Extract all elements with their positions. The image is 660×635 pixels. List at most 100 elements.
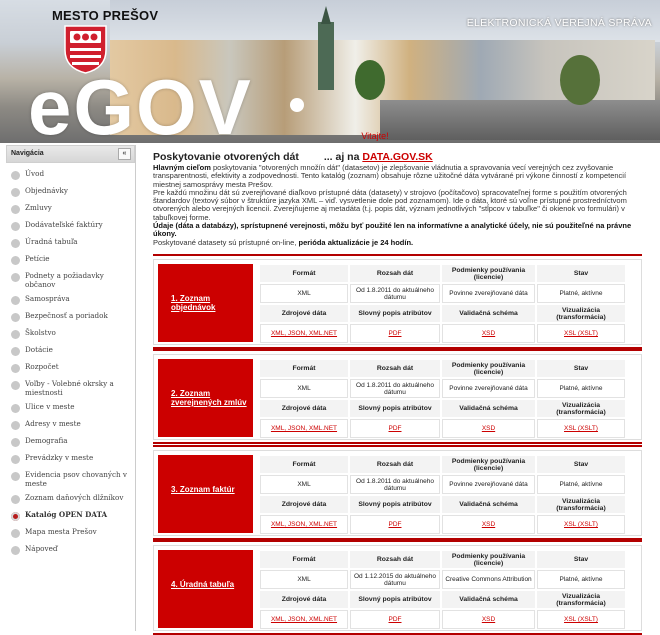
license-value: Povinne zverejňované dáta (442, 284, 535, 303)
egov-logo-dot (290, 98, 304, 112)
range-value: Od 1.8.2011 do aktuálneho dátumu (350, 284, 440, 303)
sidebar-item[interactable]: Zmluvy (6, 201, 135, 218)
header-visualization: Vizualizácia (transformácia) (537, 400, 625, 417)
sidebar-item[interactable]: Úvod (6, 167, 135, 184)
bullet-icon (11, 313, 20, 322)
sidebar-item[interactable]: Dotácie (6, 343, 135, 360)
xsl-link[interactable]: XSL (XSLT) (564, 425, 598, 432)
bullet-icon (11, 495, 20, 504)
sidebar-item[interactable]: Demografia (6, 434, 135, 451)
source-data-links[interactable]: XML, JSON, XML.NET (271, 425, 337, 432)
sidebar-item-label: Dodávateľské faktúry (25, 220, 103, 229)
sidebar-item-label: Prevádzky v meste (25, 453, 94, 462)
header-range: Rozsah dát (350, 265, 440, 282)
license-value: Povinne zverejňované dáta (442, 475, 535, 494)
dataset-card: 4. Úradná tabuľa (158, 550, 253, 628)
header-conditions: Podmienky používania (licencie) (442, 551, 535, 568)
xsd-link[interactable]: XSD (482, 616, 495, 623)
sidebar-menu: Úvod Objednávky Zmluvy Dodávateľské faktúry… (6, 163, 135, 559)
header-schema: Validačná schéma (442, 400, 535, 417)
sidebar-item[interactable]: Ulice v meste (6, 400, 135, 417)
sidebar-item[interactable]: Evidencia psov chovaných v meste (6, 468, 135, 491)
pdf-link[interactable]: PDF (389, 330, 402, 337)
dataset-title-link[interactable]: 2. Zoznam zverejnených zmlúv (171, 389, 253, 407)
xsd-link[interactable]: XSD (482, 425, 495, 432)
status-value: Platné, aktívne (537, 475, 625, 494)
header-verbal: Slovný popis atribútov (350, 496, 440, 513)
town-name: MESTO PREŠOV (52, 8, 159, 23)
sidebar-item[interactable]: Bezpečnosť a poriadok (6, 309, 135, 326)
source-data-links[interactable]: XML, JSON, XML.NET (271, 616, 337, 623)
dataset-table: Formát Rozsah dát Podmienky používania (li… (258, 549, 627, 631)
sidebar-item-label: Zmluvy (25, 203, 52, 212)
sidebar-item[interactable]: Samospráva (6, 292, 135, 309)
pdf-link[interactable]: PDF (389, 616, 402, 623)
intro-paragraph-2: Pre každú množinu dát sú zverejňované di… (153, 187, 627, 222)
sidebar-item-label: Nápoveď (25, 544, 58, 553)
data-gov-sk-link[interactable]: DATA.GOV.SK (362, 151, 432, 163)
license-value: Creative Commons Attribution (442, 570, 535, 589)
banner-tree (560, 55, 600, 105)
xsl-link[interactable]: XSL (XSLT) (564, 616, 598, 623)
sidebar-item[interactable]: Dodávateľské faktúry (6, 218, 135, 235)
sidebar-item[interactable]: Objednávky (6, 184, 135, 201)
sidebar-item[interactable]: Školstvo (6, 326, 135, 343)
status-value: Platné, aktívne (537, 284, 625, 303)
pdf-link[interactable]: PDF (389, 425, 402, 432)
sidebar-item-label: Mapa mesta Prešov (25, 527, 97, 536)
sidebar-item[interactable]: Voľby - Volebné okrsky a miestnosti (6, 377, 135, 400)
dataset-title-link[interactable]: 4. Úradná tabuľa (171, 580, 234, 589)
pdf-link[interactable]: PDF (389, 521, 402, 528)
divider-line (153, 254, 642, 256)
sidebar-item[interactable]: Rozpočet (6, 360, 135, 377)
sidebar-item-label: Úvod (25, 169, 45, 178)
xsd-link[interactable]: XSD (482, 330, 495, 337)
sidebar-item[interactable]: Nápoveď (6, 542, 135, 559)
xsd-link[interactable]: XSD (482, 521, 495, 528)
source-data-links[interactable]: XML, JSON, XML.NET (271, 521, 337, 528)
header-range: Rozsah dát (350, 456, 440, 473)
format-value: XML (260, 379, 348, 398)
format-value: XML (260, 570, 348, 589)
sidebar-item[interactable]: Petície (6, 252, 135, 269)
bullet-icon (11, 296, 20, 305)
sidebar-item-label: Petície (25, 254, 50, 263)
xsl-link[interactable]: XSL (XSLT) (564, 330, 598, 337)
source-data-links[interactable]: XML, JSON, XML.NET (271, 330, 337, 337)
dataset-table: Formát Rozsah dát Podmienky používania (li… (258, 263, 627, 345)
collapse-sidebar-button[interactable]: « (118, 148, 131, 160)
header-tagline: ELEKTRONICKÁ VEREJNÁ SPRÁVA (466, 17, 652, 29)
dataset-card: 1. Zoznam objednávok (158, 264, 253, 342)
header-visualization: Vizualizácia (transformácia) (537, 591, 625, 608)
sidebar-item[interactable]: Podnety a požiadavky občanov (6, 269, 135, 292)
sidebar-item[interactable]: Adresy v meste (6, 417, 135, 434)
sidebar-title: Navigácia (11, 150, 44, 157)
status-value: Platné, aktívne (537, 570, 625, 589)
range-value: Od 1.12.2015 do aktuálneho dátumu (350, 570, 440, 589)
divider-line (153, 349, 642, 351)
range-value: Od 1.8.2011 do aktuálneho dátumu (350, 379, 440, 398)
header-status: Stav (537, 360, 625, 377)
dataset-title-link[interactable]: 3. Zoznam faktúr (171, 485, 235, 494)
sidebar-item[interactable]: Zoznam daňových dlžníkov (6, 491, 135, 508)
sidebar-item[interactable]: Mapa mesta Prešov (6, 525, 135, 542)
header-visualization: Vizualizácia (transformácia) (537, 496, 625, 513)
dataset-block: 2. Zoznam zverejnených zmlúv Formát Rozsah… (153, 349, 642, 444)
dataset-block: 3. Zoznam faktúr Formát Rozsah dát Podmienk… (153, 445, 642, 540)
format-value: XML (260, 475, 348, 494)
navigation-sidebar: Navigácia « Úvod Objednávky Zmluvy Dodávate… (6, 145, 136, 631)
sidebar-item-label: Evidencia psov chovaných v meste (25, 470, 127, 488)
bullet-icon (11, 438, 20, 447)
main-content: Poskytovanie otvorených dát ... aj na DA… (153, 151, 643, 247)
sidebar-item[interactable]: Prevádzky v meste (6, 451, 135, 468)
bullet-icon (11, 421, 20, 430)
page-title: Poskytovanie otvorených dát ... aj na DA… (153, 151, 643, 163)
sidebar-item[interactable]: Úradná tabuľa (6, 235, 135, 252)
dataset-title-link[interactable]: 1. Zoznam objednávok (171, 294, 253, 312)
header-format: Formát (260, 551, 348, 568)
header-visualization: Vizualizácia (transformácia) (537, 305, 625, 322)
bullet-icon (11, 347, 20, 356)
dataset-table: Formát Rozsah dát Podmienky používania (li… (258, 454, 627, 536)
sidebar-item[interactable]: Katalóg OPEN DATA (6, 508, 135, 525)
xsl-link[interactable]: XSL (XSLT) (564, 521, 598, 528)
